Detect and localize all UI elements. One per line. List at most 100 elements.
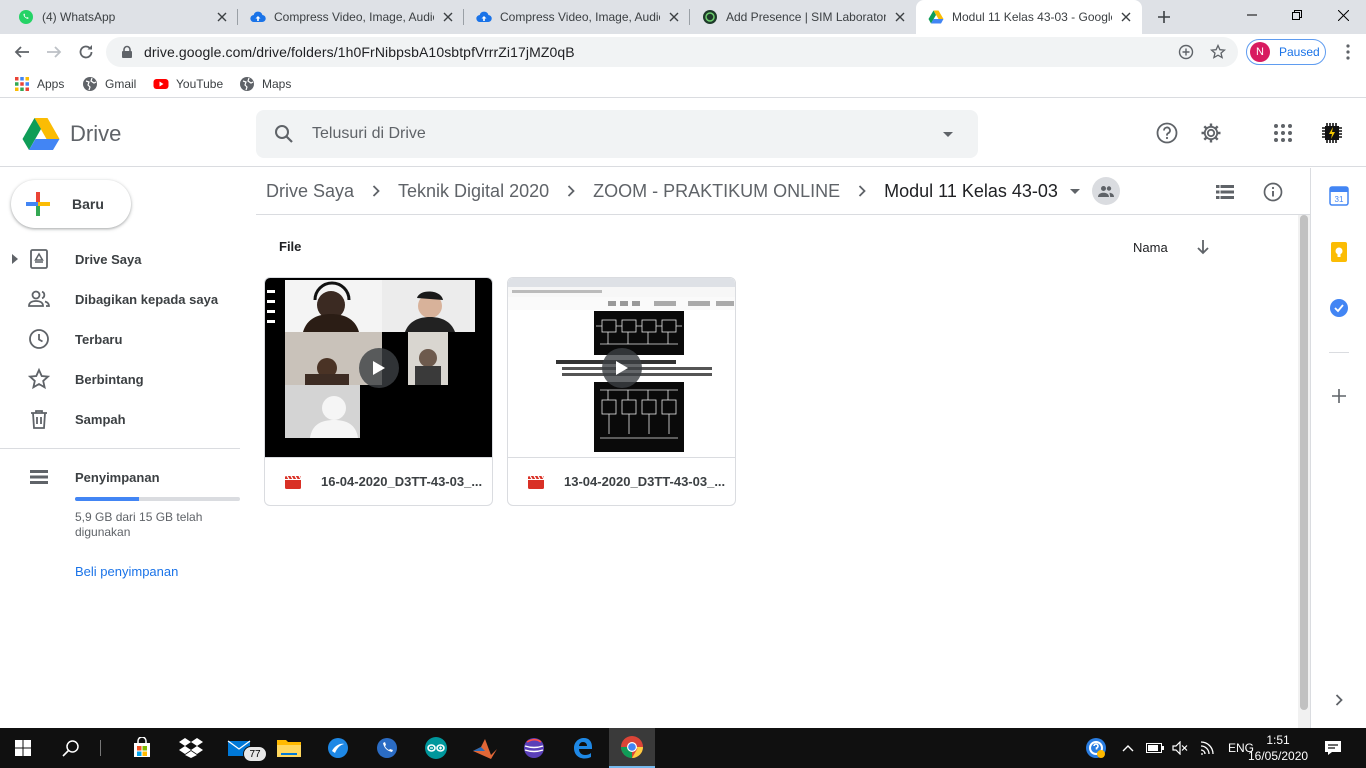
side-panel-divider xyxy=(1329,352,1349,353)
search-box[interactable] xyxy=(256,110,978,158)
details-button[interactable] xyxy=(1261,180,1285,204)
tab-sim-laboratorium[interactable]: Add Presence | SIM Laboratorium xyxy=(690,0,916,34)
search-options-button[interactable] xyxy=(936,122,960,146)
bookmark-gmail[interactable]: Gmail xyxy=(82,76,136,92)
taskbar-app-blue[interactable] xyxy=(315,728,361,768)
add-circle-icon[interactable] xyxy=(1178,44,1194,60)
breadcrumb-item[interactable]: Drive Saya xyxy=(256,181,364,202)
nav-storage[interactable]: Penyimpanan xyxy=(0,461,240,493)
help-tray-icon[interactable] xyxy=(1084,736,1108,760)
folder-icon xyxy=(277,740,301,757)
video-file-icon xyxy=(285,475,301,489)
profile-button[interactable]: N Paused xyxy=(1246,39,1326,65)
browser-menu-button[interactable] xyxy=(1336,40,1360,64)
breadcrumb-current-folder[interactable]: Modul 11 Kelas 43-03 xyxy=(874,181,1068,202)
bookmark-apps[interactable]: Apps xyxy=(14,76,64,92)
close-window-button[interactable] xyxy=(1320,0,1366,30)
bookmark-youtube[interactable]: YouTube xyxy=(153,76,223,92)
expand-panel-button[interactable] xyxy=(1327,688,1351,712)
tab-compress-1[interactable]: Compress Video, Image, Audio xyxy=(238,0,464,34)
google-apps-button[interactable] xyxy=(1271,121,1295,145)
maximize-button[interactable] xyxy=(1274,0,1320,30)
taskbar-app-phone[interactable] xyxy=(364,728,410,768)
help-icon xyxy=(1156,122,1178,144)
shared-folder-icon[interactable] xyxy=(1091,177,1120,205)
breadcrumb-item[interactable]: Teknik Digital 2020 xyxy=(388,181,559,202)
clock[interactable]: 1:51 16/05/2020 xyxy=(1248,732,1308,764)
profile-status: Paused xyxy=(1279,45,1320,59)
vertical-scrollbar[interactable] xyxy=(1298,215,1310,728)
bookmark-label: YouTube xyxy=(176,77,224,91)
nav-trash[interactable]: Sampah xyxy=(0,403,240,435)
close-tab-icon[interactable] xyxy=(666,9,682,25)
expand-arrow-icon[interactable] xyxy=(11,254,19,264)
tab-title: Add Presence | SIM Laboratorium xyxy=(726,10,886,24)
account-avatar[interactable] xyxy=(1318,119,1346,147)
nav-shared-with-me[interactable]: Dibagikan kepada saya xyxy=(0,283,240,315)
taskbar-mail[interactable]: 77 xyxy=(217,728,267,768)
taskbar-dropbox[interactable] xyxy=(168,728,214,768)
app-phone-icon xyxy=(377,738,397,758)
file-card[interactable]: 13-04-2020_D3TT-43-03_... xyxy=(507,277,736,506)
minimize-button[interactable] xyxy=(1229,0,1275,30)
file-card[interactable]: 16-04-2020_D3TT-43-03_... xyxy=(264,277,493,506)
trash-icon xyxy=(31,410,47,429)
taskbar-file-explorer[interactable] xyxy=(266,728,312,768)
tasks-addon-button[interactable] xyxy=(1327,296,1351,320)
action-center-button[interactable] xyxy=(1310,728,1356,768)
close-tab-icon[interactable] xyxy=(1118,9,1134,25)
nav-divider xyxy=(0,448,240,449)
tab-compress-2[interactable]: Compress Video, Image, Audio xyxy=(464,0,690,34)
tab-whatsapp[interactable]: (4) WhatsApp xyxy=(6,0,238,34)
taskbar-matlab[interactable] xyxy=(462,728,508,768)
new-button[interactable]: Baru xyxy=(11,180,131,228)
list-view-button[interactable] xyxy=(1213,180,1237,204)
drive-logo[interactable]: Drive xyxy=(22,117,121,151)
breadcrumb-item[interactable]: ZOOM - PRAKTIKUM ONLINE xyxy=(583,181,850,202)
taskbar-chrome[interactable] xyxy=(609,728,655,768)
reload-button[interactable] xyxy=(74,40,98,64)
play-button[interactable] xyxy=(602,348,642,388)
nav-my-drive[interactable]: Drive Saya xyxy=(0,243,240,275)
close-tab-icon[interactable] xyxy=(892,9,908,25)
buy-storage-link[interactable]: Beli penyimpanan xyxy=(75,564,178,579)
help-button[interactable] xyxy=(1155,121,1179,145)
back-button[interactable] xyxy=(10,40,34,64)
taskbar-arduino[interactable] xyxy=(413,728,459,768)
search-button[interactable] xyxy=(48,728,94,768)
new-tab-button[interactable] xyxy=(1154,7,1174,27)
drive-header: Drive xyxy=(0,99,1366,167)
play-button[interactable] xyxy=(359,348,399,388)
scrollbar-thumb[interactable] xyxy=(1300,215,1308,710)
folder-menu-caret-icon[interactable] xyxy=(1069,188,1080,194)
nav-starred[interactable]: Berbintang xyxy=(0,363,240,395)
start-button[interactable] xyxy=(0,728,46,768)
arrow-down-icon[interactable] xyxy=(1194,238,1212,256)
sort-control[interactable]: Nama xyxy=(1133,238,1212,256)
keep-addon-button[interactable] xyxy=(1327,240,1351,264)
clock-date: 16/05/2020 xyxy=(1248,749,1309,763)
star-icon xyxy=(27,367,51,390)
tab-drive-active[interactable]: Modul 11 Kelas 43-03 - Google xyxy=(916,0,1142,34)
taskbar-edge[interactable] xyxy=(560,728,606,768)
bookmark-maps[interactable]: Maps xyxy=(239,76,291,92)
youtube-icon xyxy=(153,79,169,89)
taskbar-app-sphere[interactable] xyxy=(511,728,557,768)
chevron-up-icon[interactable] xyxy=(1122,744,1134,752)
settings-button[interactable] xyxy=(1199,121,1223,145)
address-bar[interactable]: drive.google.com/drive/folders/1h0FrNibp… xyxy=(106,37,1238,67)
star-bookmark-icon[interactable] xyxy=(1210,44,1226,60)
globe-icon xyxy=(240,77,254,91)
volume-muted-icon[interactable] xyxy=(1172,741,1188,755)
calendar-addon-button[interactable]: 31 xyxy=(1327,184,1351,208)
forward-button[interactable] xyxy=(42,40,66,64)
battery-icon[interactable] xyxy=(1146,743,1164,753)
taskbar-store[interactable] xyxy=(119,728,165,768)
search-input[interactable] xyxy=(312,125,936,143)
close-tab-icon[interactable] xyxy=(214,9,230,25)
wifi-icon[interactable] xyxy=(1200,741,1216,755)
search-icon[interactable] xyxy=(272,122,296,146)
nav-recent[interactable]: Terbaru xyxy=(0,323,240,355)
close-tab-icon[interactable] xyxy=(440,9,456,25)
add-addon-button[interactable] xyxy=(1327,384,1351,408)
